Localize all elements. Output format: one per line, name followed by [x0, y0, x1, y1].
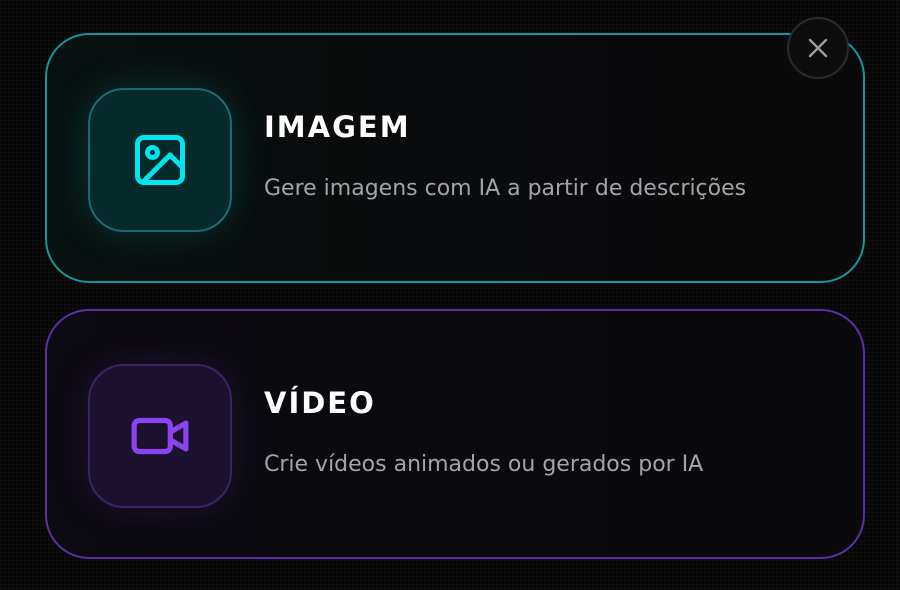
close-icon	[808, 38, 828, 58]
option-description: Crie vídeos animados ou gerados por IA	[264, 452, 704, 477]
option-description: Gere imagens com IA a partir de descriçõ…	[264, 176, 747, 201]
option-card-video[interactable]: VÍDEO Crie vídeos animados ou gerados po…	[45, 309, 865, 559]
close-button[interactable]	[787, 17, 849, 79]
option-card-image[interactable]: IMAGEM Gere imagens com IA a partir de d…	[45, 33, 865, 283]
image-icon-container	[88, 88, 232, 232]
image-icon	[135, 135, 185, 185]
video-camera-icon	[131, 417, 189, 455]
video-icon-container	[88, 364, 232, 508]
option-title: IMAGEM	[264, 110, 411, 144]
option-title: VÍDEO	[264, 386, 376, 420]
